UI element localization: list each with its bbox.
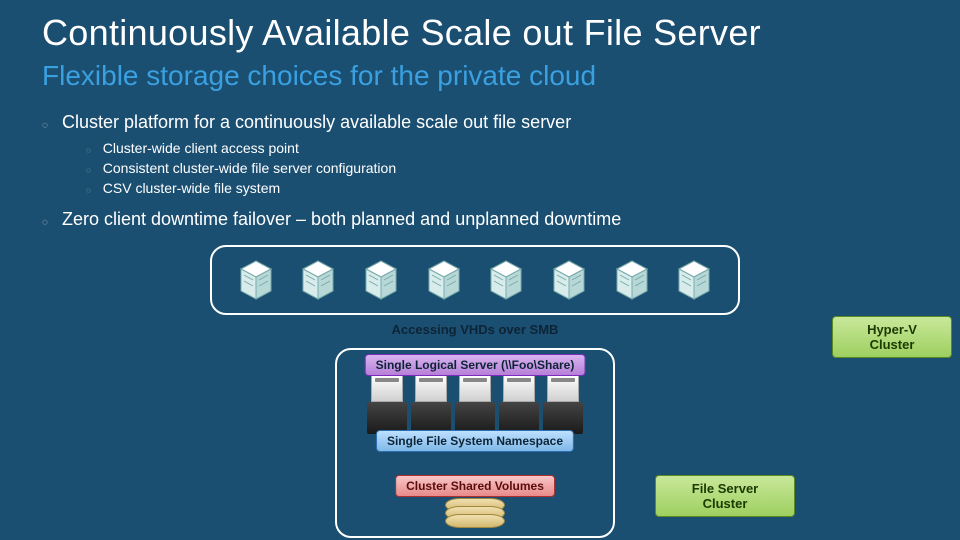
bullet-level2: ◌ Cluster-wide client access point bbox=[86, 140, 920, 159]
fileserver-node-row bbox=[337, 374, 613, 434]
disk-stack-icon bbox=[445, 498, 505, 534]
fileserver-node-icon bbox=[498, 374, 540, 434]
bullet-level2: ◌ CSV cluster-wide file system bbox=[86, 180, 920, 199]
slide-title: Continuously Available Scale out File Se… bbox=[42, 12, 761, 54]
hyperv-cluster-row bbox=[210, 245, 740, 315]
hyperv-node-icon bbox=[231, 255, 281, 305]
fileserver-node-icon bbox=[366, 374, 408, 434]
fileserver-cluster-block: Single Logical Server (\\Foo\Share) Sing… bbox=[335, 348, 615, 538]
hyperv-node-icon bbox=[419, 255, 469, 305]
csv-pill: Cluster Shared Volumes bbox=[395, 475, 555, 497]
fileserver-node-icon bbox=[542, 374, 584, 434]
hyperv-node-icon bbox=[356, 255, 406, 305]
bullet-level1: ◌ Cluster platform for a continuously av… bbox=[42, 112, 920, 136]
sub-bullet-group: ◌ Cluster-wide client access point ◌ Con… bbox=[86, 140, 920, 199]
accessing-label: Accessing VHDs over SMB bbox=[210, 322, 740, 337]
bullet-text: Cluster-wide client access point bbox=[103, 140, 299, 156]
fileserver-node-icon bbox=[410, 374, 452, 434]
bullet-level2: ◌ Consistent cluster-wide file server co… bbox=[86, 160, 920, 179]
hyperv-node-icon bbox=[293, 255, 343, 305]
bullet-text: Cluster platform for a continuously avai… bbox=[62, 112, 571, 133]
bullet-icon: ◌ bbox=[42, 116, 48, 136]
bullet-list: ◌ Cluster platform for a continuously av… bbox=[42, 112, 920, 237]
logical-server-pill: Single Logical Server (\\Foo\Share) bbox=[365, 354, 586, 376]
bullet-text: Zero client downtime failover – both pla… bbox=[62, 209, 621, 230]
bullet-text: CSV cluster-wide file system bbox=[103, 180, 280, 196]
namespace-pill: Single File System Namespace bbox=[376, 430, 574, 452]
hyperv-node-icon bbox=[481, 255, 531, 305]
fileserver-node-icon bbox=[454, 374, 496, 434]
hyperv-node-icon bbox=[544, 255, 594, 305]
bullet-icon: ◌ bbox=[42, 213, 48, 233]
hyperv-cluster-label: Hyper-V Cluster bbox=[832, 316, 952, 358]
bullet-level1: ◌ Zero client downtime failover – both p… bbox=[42, 209, 920, 233]
hyperv-node-icon bbox=[607, 255, 657, 305]
bullet-icon: ◌ bbox=[86, 143, 91, 159]
hyperv-node-icon bbox=[669, 255, 719, 305]
bullet-text: Consistent cluster-wide file server conf… bbox=[103, 160, 396, 176]
bullet-icon: ◌ bbox=[86, 163, 91, 179]
fileserver-cluster-label: File Server Cluster bbox=[655, 475, 795, 517]
slide-subtitle: Flexible storage choices for the private… bbox=[42, 60, 596, 92]
bullet-icon: ◌ bbox=[86, 183, 91, 199]
